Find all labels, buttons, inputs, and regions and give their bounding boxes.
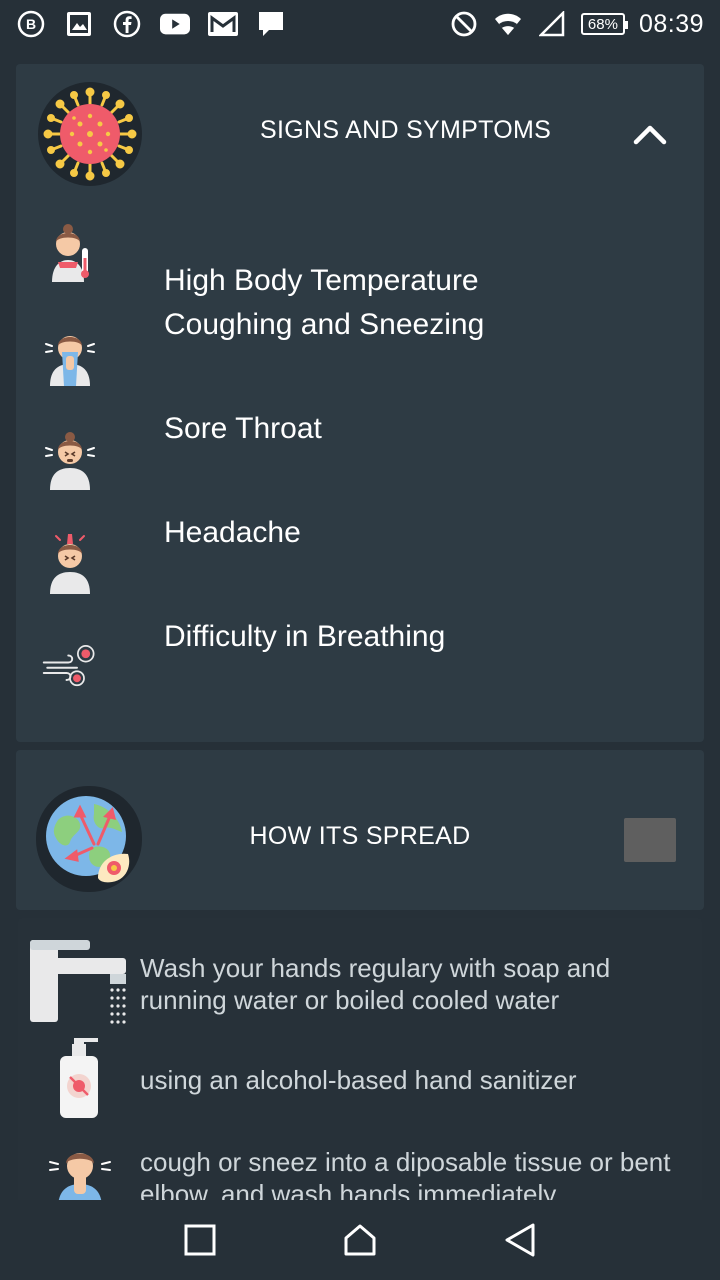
symptom-label: Sore Throat — [164, 412, 322, 445]
how-its-spread-card[interactable]: HOW ITS SPREAD — [16, 750, 704, 910]
symptom-label: Difficulty in Breathing — [164, 620, 446, 653]
sore-throat-person-icon — [42, 426, 98, 490]
symptom-label: Headache — [164, 516, 301, 549]
prevention-item: using an alcohol-based hand sanitizer — [18, 1036, 702, 1126]
scroll-content[interactable]: SIGNS AND SYMPTOMS High Body Temperature… — [0, 48, 720, 1200]
do-not-disturb-icon — [449, 9, 479, 39]
signs-symptoms-header[interactable]: SIGNS AND SYMPTOMS — [16, 64, 704, 204]
expand-toggle[interactable] — [624, 818, 676, 862]
symptom-item: Difficulty in Breathing — [16, 620, 704, 710]
chevron-up-icon[interactable] — [630, 114, 670, 154]
symptom-item: Sore Throat — [16, 412, 704, 502]
symptom-item: High Body Temperature — [16, 214, 704, 297]
svg-text:B: B — [26, 16, 36, 32]
signs-symptoms-title: SIGNS AND SYMPTOMS — [260, 116, 552, 144]
back-button[interactable] — [490, 1210, 550, 1270]
how-its-spread-header[interactable]: HOW ITS SPREAD — [16, 750, 704, 910]
prevention-card: Wash your hands regulary with soap and r… — [18, 918, 702, 1200]
how-its-spread-title: HOW ITS SPREAD — [249, 822, 471, 850]
wifi-icon — [493, 9, 523, 39]
symptom-item: Coughing and Sneezing — [16, 308, 704, 398]
fever-person-icon — [42, 218, 98, 282]
signal-icon — [537, 9, 567, 39]
chat-icon — [256, 9, 286, 39]
image-icon — [64, 9, 94, 39]
prevention-text: cough or sneez into a diposable tissue o… — [140, 1147, 671, 1200]
sneezing-person-icon — [42, 322, 98, 386]
headache-person-icon — [42, 530, 98, 594]
prevention-text: using an alcohol-based hand sanitizer — [140, 1065, 577, 1095]
gmail-icon — [208, 9, 238, 39]
symptom-label: High Body Temperature — [164, 264, 479, 297]
navigation-bar — [0, 1200, 720, 1280]
symptom-label: Coughing and Sneezing — [164, 308, 485, 341]
prevention-text: Wash your hands regulary with soap and r… — [140, 953, 611, 1015]
facebook-icon — [112, 9, 142, 39]
sanitizer-icon — [56, 1036, 104, 1125]
prevention-item: cough or sneez into a diposable tissue o… — [18, 1138, 702, 1200]
status-bar: B 68% 08:39 — [0, 0, 720, 48]
b-circle-icon: B — [16, 9, 46, 39]
signs-symptoms-card: SIGNS AND SYMPTOMS High Body Temperature… — [16, 64, 704, 742]
sneeze-elbow-icon — [48, 1138, 112, 1200]
breathing-virus-icon — [42, 634, 98, 698]
faucet-icon — [26, 938, 130, 1035]
home-button[interactable] — [330, 1210, 390, 1270]
clock: 08:39 — [638, 9, 704, 38]
battery-indicator: 68% — [580, 13, 628, 35]
symptom-item: Headache — [16, 516, 704, 606]
recents-button[interactable] — [170, 1210, 230, 1270]
prevention-item: Wash your hands regulary with soap and r… — [18, 934, 702, 1024]
youtube-icon — [160, 9, 190, 39]
